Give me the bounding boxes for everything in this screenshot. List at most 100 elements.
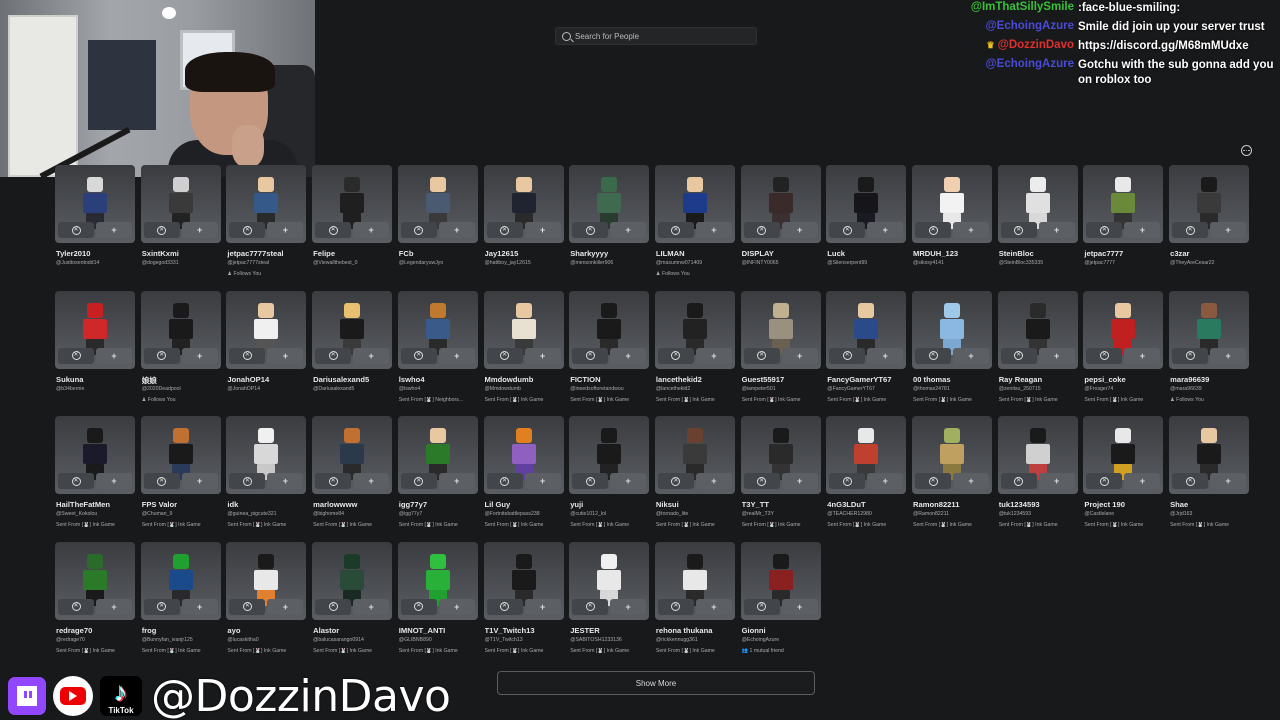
avatar-thumbnail[interactable]: ✕ + bbox=[140, 165, 221, 243]
avatar-thumbnail[interactable]: ✕ + bbox=[1169, 165, 1250, 243]
decline-button[interactable]: ✕ bbox=[315, 598, 352, 615]
add-friend-button[interactable]: + bbox=[267, 473, 304, 489]
add-friend-button[interactable]: + bbox=[953, 222, 989, 238]
avatar-thumbnail[interactable]: ✕ + bbox=[740, 541, 821, 620]
decline-button[interactable]: ✕ bbox=[572, 222, 609, 238]
avatar-thumbnail[interactable]: ✕ + bbox=[483, 416, 564, 494]
add-friend-button[interactable]: + bbox=[181, 347, 218, 364]
friend-card[interactable]: ✕ + jetpac7777steal @jetpac7777steal ♟ Follo… bbox=[226, 165, 309, 285]
friend-card[interactable]: ✕ + FancyGamerYT67 @FancyGamerYT67 Sent From… bbox=[826, 290, 907, 411]
avatar-thumbnail[interactable]: ✕ + bbox=[997, 416, 1078, 494]
friend-card[interactable]: ✕ + SteinBloc @SteinBloc335335 bbox=[997, 165, 1081, 285]
friend-card[interactable]: ✕ + FPS Valor @Chuman_9 Sent From [🐰] Ink Ga… bbox=[140, 416, 224, 536]
avatar-thumbnail[interactable]: ✕ + bbox=[654, 416, 735, 494]
decline-button[interactable]: ✕ bbox=[143, 598, 180, 615]
friend-card[interactable]: ✕ + HailTheFatMen @Sweet_Kokolou Sent From [… bbox=[55, 416, 135, 536]
friend-card[interactable]: ✕ +00 thomas @thomas24781 Sent From [🐰] Ink… bbox=[912, 290, 992, 411]
decline-button[interactable]: ✕ bbox=[229, 347, 266, 364]
friend-card[interactable]: ✕ + marlowwww @bighome84 Sent From [🐰] Ink G… bbox=[312, 416, 393, 536]
friend-name[interactable]: Gionni bbox=[742, 626, 824, 635]
decline-button[interactable]: ✕ bbox=[315, 347, 352, 364]
add-friend-button[interactable]: + bbox=[695, 222, 732, 238]
friend-name[interactable]: SteinBloc bbox=[999, 249, 1081, 258]
friend-card[interactable]: ✕ + 娘娘 @2020Deadpool ♟ Follows You bbox=[140, 290, 221, 411]
friend-card[interactable]: ✕ + JonahOP14 @JonahOP14 bbox=[226, 290, 307, 411]
decline-button[interactable]: ✕ bbox=[572, 598, 609, 615]
avatar-thumbnail[interactable]: ✕ + bbox=[312, 416, 393, 494]
decline-button[interactable]: ✕ bbox=[315, 473, 352, 489]
add-friend-button[interactable]: + bbox=[267, 347, 304, 364]
add-friend-button[interactable]: + bbox=[781, 347, 818, 364]
friend-name[interactable]: redrage70 bbox=[56, 626, 138, 635]
avatar-thumbnail[interactable]: ✕ + bbox=[483, 290, 564, 369]
add-friend-button[interactable]: + bbox=[1038, 222, 1075, 238]
decline-button[interactable]: ✕ bbox=[1172, 473, 1209, 489]
friend-card[interactable]: ✕ + Sukuna @b34bernie bbox=[55, 290, 135, 411]
avatar-thumbnail[interactable]: ✕ + bbox=[397, 290, 478, 369]
friend-card[interactable]: ✕ + Jay12615 @hattboy_jay12615 bbox=[483, 165, 564, 285]
friend-name[interactable]: Ramon82211 bbox=[913, 500, 995, 509]
friend-card[interactable]: ✕ + Lil Guy @Fortnitebattlepass238 Sent From… bbox=[483, 416, 564, 536]
friend-card[interactable]: ✕ + Ramon82211 @Ramon82211 Sent From [🐰] Ink… bbox=[912, 416, 992, 536]
avatar-thumbnail[interactable]: ✕ + bbox=[569, 290, 650, 369]
friend-card[interactable]: ✕ + FCb @LegendaryuwJyo bbox=[397, 165, 478, 285]
avatar-thumbnail[interactable]: ✕ + bbox=[569, 541, 650, 620]
friend-card[interactable]: ✕ + DISPLAY @INFINTY0065 bbox=[740, 165, 821, 285]
friend-card[interactable]: ✕ + Luck @Silenserpent99 bbox=[826, 165, 907, 285]
decline-button[interactable]: ✕ bbox=[229, 598, 266, 615]
avatar-thumbnail[interactable]: ✕ + bbox=[140, 416, 221, 494]
decline-button[interactable]: ✕ bbox=[229, 473, 266, 489]
friend-name[interactable]: jetpac7777steal bbox=[227, 249, 309, 258]
avatar-thumbnail[interactable]: ✕ + bbox=[569, 165, 650, 243]
decline-button[interactable]: ✕ bbox=[743, 347, 780, 364]
friend-card[interactable]: ✕ + redrage70 @redrage70 Sent From [🐰] Ink G… bbox=[55, 541, 138, 662]
friend-name[interactable]: Guest55917 bbox=[742, 375, 824, 384]
add-friend-button[interactable]: + bbox=[353, 598, 390, 615]
friend-name[interactable]: IMNOT_ANTI bbox=[399, 626, 481, 635]
avatar-thumbnail[interactable]: ✕ + bbox=[226, 290, 307, 369]
friend-name[interactable]: MRDUH_123 bbox=[913, 249, 995, 258]
add-friend-button[interactable]: + bbox=[781, 473, 818, 489]
friend-card[interactable]: ✕ + Dariusalexand5 @Dariusalexand5 bbox=[312, 290, 393, 411]
avatar-thumbnail[interactable]: ✕ + bbox=[397, 541, 478, 620]
decline-button[interactable]: ✕ bbox=[486, 347, 523, 364]
friend-card[interactable]: ✕ + jetpac7777 @jetpac7777 bbox=[1083, 165, 1164, 285]
friend-card[interactable]: ✕ + Gionni @EchoingAzure 👥 1 mutual friend bbox=[740, 541, 824, 662]
avatar-thumbnail[interactable]: ✕ + bbox=[312, 290, 393, 369]
add-friend-button[interactable]: + bbox=[1124, 222, 1161, 238]
friend-name[interactable]: rehona thukana bbox=[656, 626, 738, 635]
friend-name[interactable]: lswho4 bbox=[399, 375, 481, 384]
friend-name[interactable]: Shae bbox=[1170, 500, 1252, 509]
friend-card[interactable]: ✕ + lswho4 @lswho4 Sent From [🐰] Neighbors..… bbox=[397, 290, 481, 411]
avatar-thumbnail[interactable]: ✕ + bbox=[312, 541, 393, 620]
avatar-thumbnail[interactable]: ✕ + bbox=[654, 541, 735, 620]
decline-button[interactable]: ✕ bbox=[915, 347, 951, 364]
friend-card[interactable]: ✕ + MRDUH_123 @sikssy4141 bbox=[912, 165, 992, 285]
decline-button[interactable]: ✕ bbox=[143, 222, 180, 238]
friend-name[interactable]: Alastor bbox=[313, 626, 395, 635]
friend-name[interactable]: pepsi_coke bbox=[1084, 375, 1166, 384]
add-friend-button[interactable]: + bbox=[1210, 473, 1247, 489]
decline-button[interactable]: ✕ bbox=[143, 473, 180, 489]
avatar-thumbnail[interactable]: ✕ + bbox=[826, 290, 907, 369]
friend-card[interactable]: ✕ + LILMAN @masumnw071409 ♟ Follows You bbox=[654, 165, 735, 285]
friend-name[interactable]: Niksui bbox=[656, 500, 738, 509]
avatar-thumbnail[interactable]: ✕ + bbox=[226, 165, 307, 243]
avatar-thumbnail[interactable]: ✕ + bbox=[1083, 165, 1164, 243]
add-friend-button[interactable]: + bbox=[524, 473, 561, 489]
friend-card[interactable]: ✕ + mara96639 @mara96639 ♟ Follows You bbox=[1169, 290, 1250, 411]
friend-name[interactable]: Ray Reagan bbox=[999, 375, 1081, 384]
add-friend-button[interactable]: + bbox=[953, 347, 989, 364]
friend-card[interactable]: ✕ + JESTER @SABITOSH1233136 Sent From [🐰] In… bbox=[569, 541, 650, 662]
friend-name[interactable]: T1V_Twitch13 bbox=[485, 626, 567, 635]
decline-button[interactable]: ✕ bbox=[829, 347, 866, 364]
avatar-thumbnail[interactable]: ✕ + bbox=[483, 165, 564, 243]
avatar-thumbnail[interactable]: ✕ + bbox=[569, 416, 650, 494]
avatar-thumbnail[interactable]: ✕ + bbox=[740, 416, 821, 494]
add-friend-button[interactable]: + bbox=[867, 473, 904, 489]
add-friend-button[interactable]: + bbox=[695, 347, 732, 364]
friend-name[interactable]: FPS Valor bbox=[142, 500, 224, 509]
friend-name[interactable]: SxintKxmi bbox=[142, 249, 224, 258]
friend-name[interactable]: frog bbox=[142, 626, 224, 635]
friend-name[interactable]: ayo bbox=[227, 626, 309, 635]
